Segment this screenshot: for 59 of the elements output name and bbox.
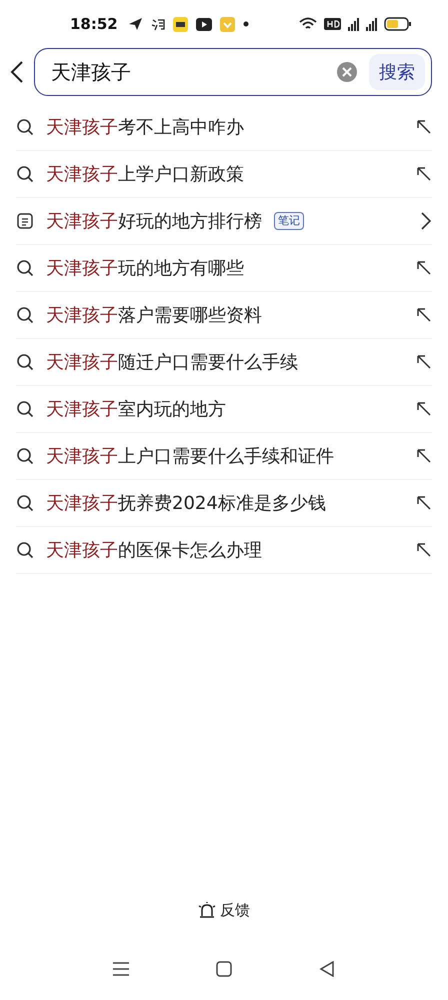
search-icon bbox=[16, 494, 34, 512]
suggestion-row[interactable]: 天津孩子随迁户口需要什么手续 bbox=[16, 339, 432, 386]
status-time: 18:52 bbox=[70, 15, 118, 33]
signal-icon bbox=[366, 17, 377, 31]
suggestion-row[interactable]: 天津孩子落户需要哪些资料 bbox=[16, 292, 432, 339]
fill-in-arrow-icon[interactable] bbox=[416, 542, 432, 558]
dot-icon bbox=[242, 21, 249, 27]
suggestion-text: 天津孩子上户口需要什么手续和证件 bbox=[46, 445, 334, 468]
suggestion-row[interactable]: 天津孩子考不上高中咋办 bbox=[16, 104, 432, 151]
wifi-icon bbox=[299, 17, 317, 31]
suggestion-text: 天津孩子上学户口新政策 bbox=[46, 163, 244, 186]
battery-icon bbox=[384, 17, 412, 31]
search-icon bbox=[16, 306, 34, 324]
search-icon bbox=[16, 118, 34, 136]
suggestion-text: 天津孩子的医保卡怎么办理 bbox=[46, 539, 262, 562]
fill-in-arrow-icon[interactable] bbox=[416, 401, 432, 417]
signal-icon bbox=[348, 17, 359, 31]
search-icon bbox=[16, 259, 34, 277]
search-icon bbox=[16, 353, 34, 371]
suggestion-text: 天津孩子室内玩的地方 bbox=[46, 398, 226, 421]
fill-in-arrow-icon[interactable] bbox=[416, 119, 432, 135]
clear-icon[interactable] bbox=[337, 62, 357, 82]
search-field[interactable]: 天津孩子 搜索 bbox=[34, 48, 432, 96]
note-icon bbox=[16, 212, 34, 230]
fill-in-arrow-icon[interactable] bbox=[416, 495, 432, 511]
note-badge: 笔记 bbox=[274, 212, 304, 230]
suggestion-text: 天津孩子玩的地方有哪些 bbox=[46, 257, 244, 280]
hd-icon bbox=[324, 18, 341, 30]
suggestion-text: 天津孩子抚养费2024标准是多少钱 bbox=[46, 492, 326, 515]
search-button[interactable]: 搜索 bbox=[369, 54, 425, 90]
search-icon bbox=[16, 400, 34, 418]
suggestion-row[interactable]: 天津孩子抚养费2024标准是多少钱 bbox=[16, 480, 432, 527]
fill-in-arrow-icon[interactable] bbox=[416, 260, 432, 276]
alarm-icon[interactable] bbox=[198, 901, 216, 919]
suggestion-row[interactable]: 天津孩子上学户口新政策 bbox=[16, 151, 432, 198]
suggestion-row[interactable]: 天津孩子的医保卡怎么办理 bbox=[16, 527, 432, 574]
search-icon bbox=[16, 165, 34, 183]
suggestion-text: 天津孩子考不上高中咋办 bbox=[46, 116, 244, 139]
fill-in-arrow-icon[interactable] bbox=[416, 354, 432, 370]
back-icon[interactable] bbox=[10, 60, 24, 84]
suggestion-row[interactable]: 天津孩子上户口需要什么手续和证件 bbox=[16, 433, 432, 480]
fill-in-arrow-icon[interactable] bbox=[416, 307, 432, 323]
suggestion-text: 天津孩子落户需要哪些资料 bbox=[46, 304, 262, 327]
search-icon bbox=[16, 447, 34, 465]
suggestion-row[interactable]: 天津孩子好玩的地方排行榜 笔记 bbox=[16, 198, 432, 245]
send-icon bbox=[128, 17, 143, 31]
suggestion-row[interactable]: 天津孩子玩的地方有哪些 bbox=[16, 245, 432, 292]
video-icon bbox=[196, 18, 212, 30]
menu-icon[interactable] bbox=[113, 962, 130, 976]
suggestion-row[interactable]: 天津孩子室内玩的地方 bbox=[16, 386, 432, 433]
search-icon bbox=[16, 541, 34, 559]
suggestion-text: 天津孩子随迁户口需要什么手续 bbox=[46, 351, 298, 374]
fill-in-arrow-icon[interactable] bbox=[416, 166, 432, 182]
chevron-right-icon bbox=[420, 211, 432, 231]
feedback-link[interactable]: 反馈 bbox=[220, 900, 250, 920]
fill-in-arrow-icon[interactable] bbox=[416, 448, 432, 464]
home-icon[interactable] bbox=[216, 961, 232, 977]
suggestion-text: 天津孩子好玩的地方排行榜 bbox=[46, 210, 262, 233]
back-icon[interactable] bbox=[318, 961, 335, 977]
